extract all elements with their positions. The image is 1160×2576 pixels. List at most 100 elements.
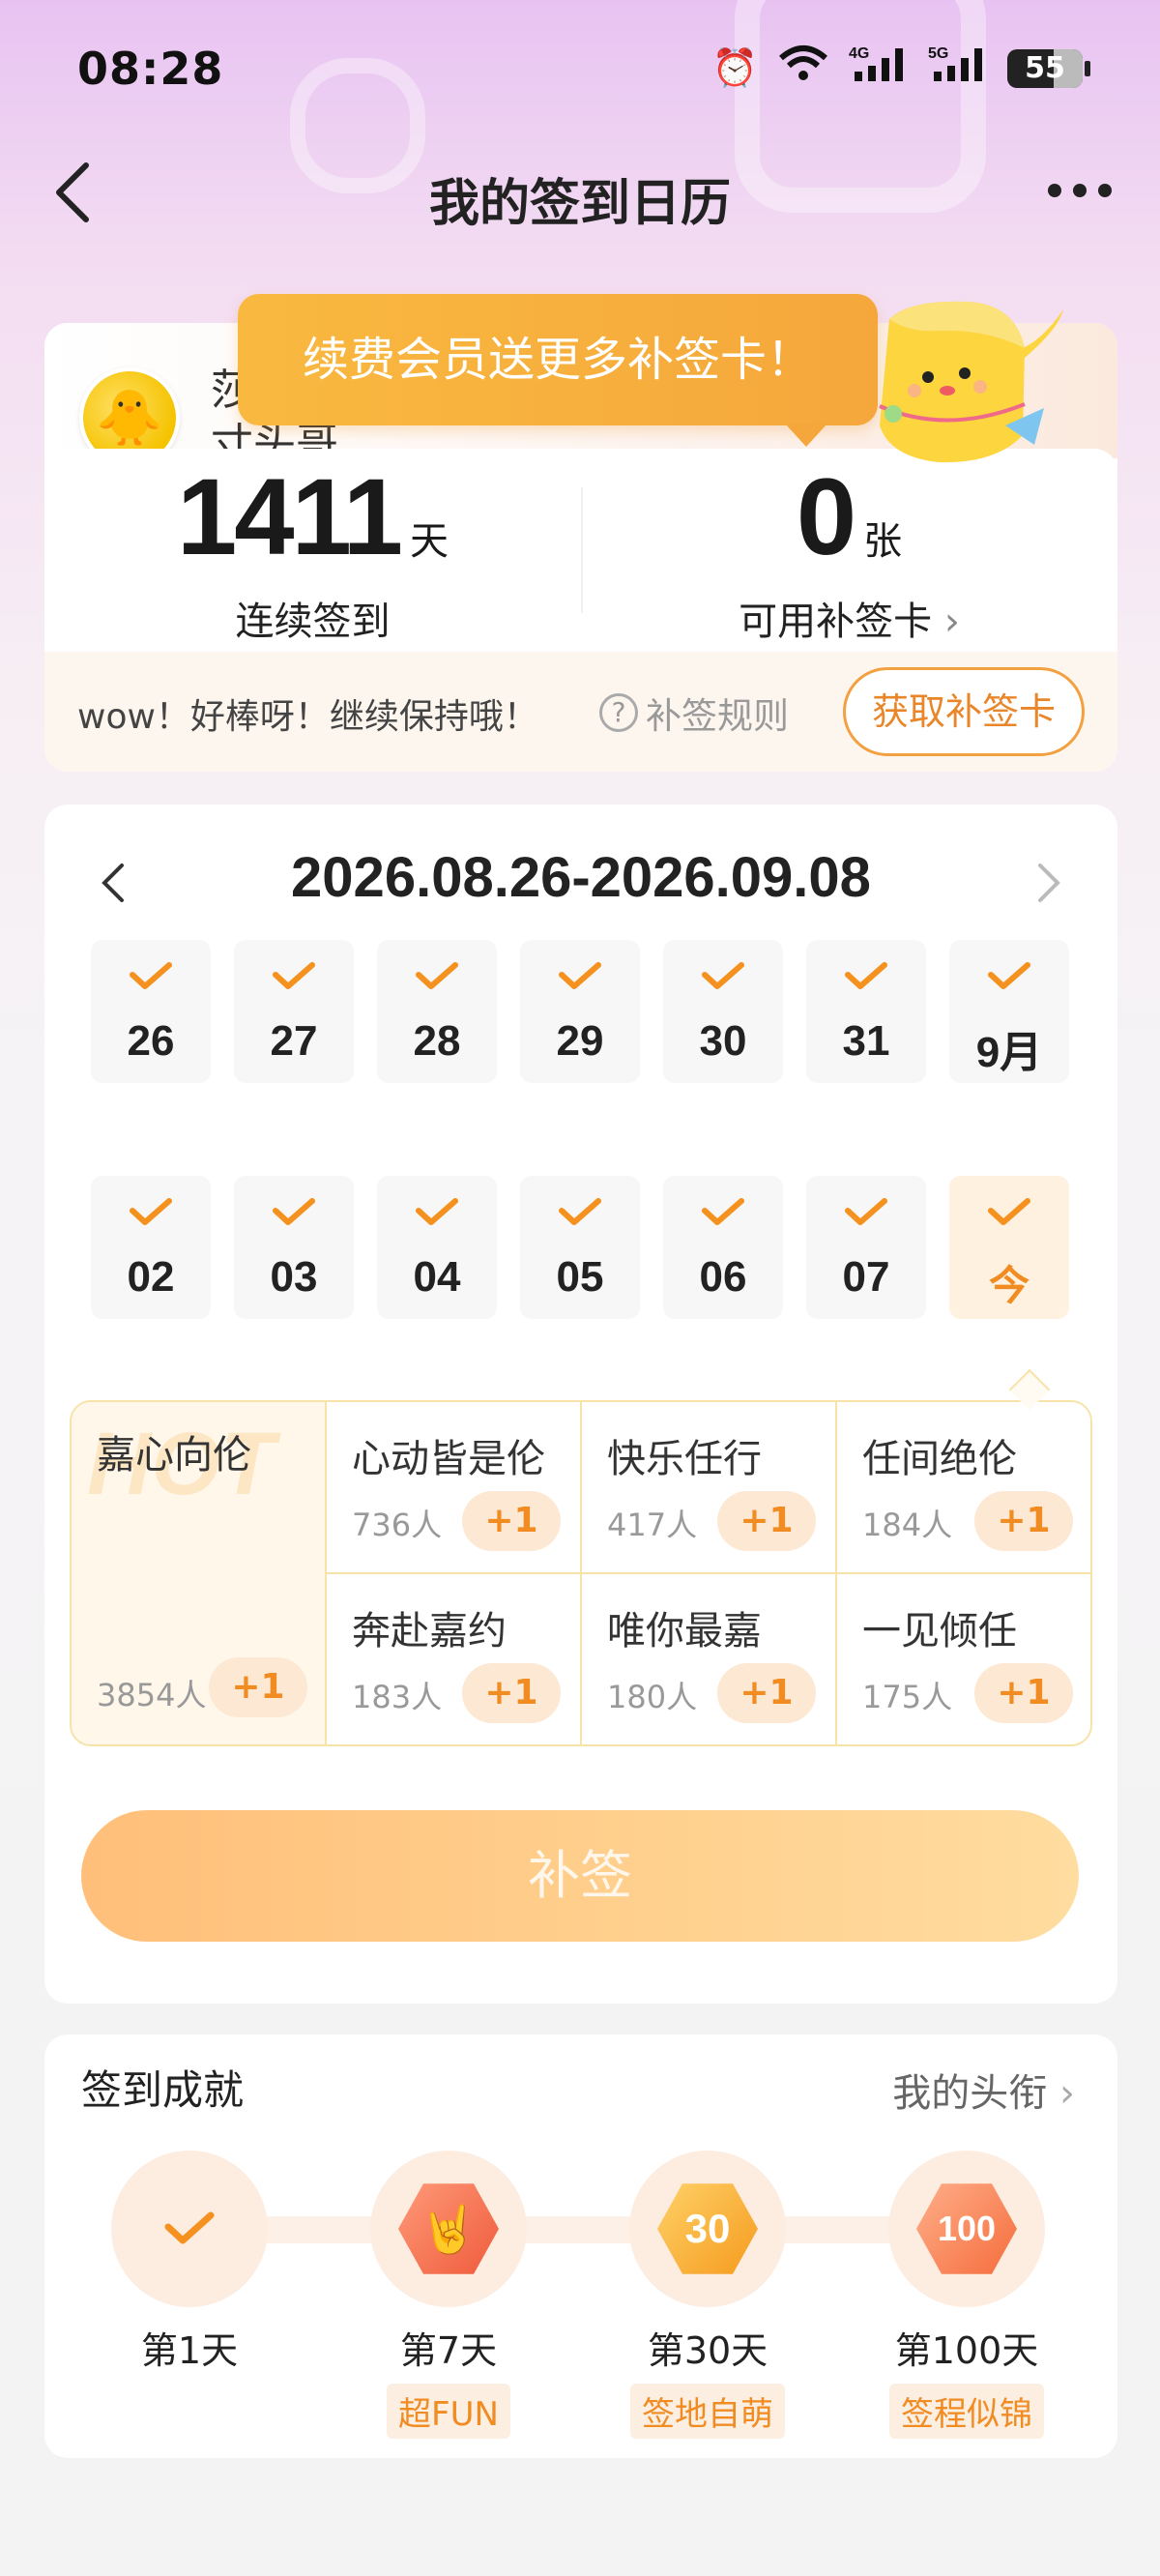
svg-text:4G: 4G: [849, 45, 869, 62]
week-row: 02 03 04 05 06 07 今: [91, 1176, 1071, 1319]
100-days-badge-icon: 100: [916, 2183, 1017, 2274]
makeup-sign-in-button[interactable]: 补签: [81, 1810, 1079, 1942]
achievement-day-label: 第30天: [647, 2329, 768, 2372]
topic-name: 唯你最嘉: [607, 1609, 762, 1654]
promo-tooltip[interactable]: 续费会员送更多补签卡！: [238, 294, 878, 447]
page-title: 我的签到日历: [428, 175, 731, 233]
plus-one-button[interactable]: +1: [974, 1491, 1073, 1551]
wifi-icon: [777, 44, 829, 92]
topic-item[interactable]: 唯你最嘉 180人 +1: [582, 1574, 837, 1744]
30-days-badge-icon: 30: [657, 2183, 758, 2274]
date-range: 2026.08.26-2026.09.08: [291, 846, 871, 909]
check-icon: [520, 959, 640, 1008]
achievement-title-tag: 超FUN: [387, 2384, 510, 2439]
calendar-day-today[interactable]: 今: [949, 1176, 1069, 1319]
streak-value: 1411 天: [177, 456, 449, 577]
check-icon: [91, 959, 211, 1008]
check-icon: [949, 959, 1069, 1008]
achievement-title-tag: 签地自萌: [630, 2384, 785, 2439]
check-icon: [164, 2211, 215, 2244]
calendar-day[interactable]: 06: [663, 1176, 783, 1319]
check-icon: [663, 959, 783, 1008]
topic-item[interactable]: 一见倾任 175人 +1: [837, 1574, 1090, 1744]
check-icon: [663, 1195, 783, 1244]
makeup-rules-link[interactable]: ? 补签规则: [599, 687, 789, 739]
calendar-day[interactable]: 26: [91, 940, 211, 1083]
get-makeup-card-button[interactable]: 获取补签卡: [843, 667, 1085, 756]
plus-one-button[interactable]: +1: [974, 1663, 1073, 1723]
topic-name: 任间绝伦: [862, 1437, 1017, 1481]
calendar-day[interactable]: 29: [520, 940, 640, 1083]
topic-item[interactable]: 心动皆是伦 736人 +1: [327, 1402, 582, 1574]
plus-one-button[interactable]: +1: [717, 1491, 816, 1551]
check-icon: [91, 1195, 211, 1244]
calendar-day[interactable]: 28: [377, 940, 497, 1083]
topic-name: 快乐任行: [607, 1437, 762, 1481]
topic-item[interactable]: 快乐任行 417人 +1: [582, 1402, 837, 1574]
alarm-icon: ⏰: [711, 46, 758, 89]
praise-text: wow！好棒呀！继续保持哦！: [77, 697, 538, 737]
more-dots-icon: [1048, 184, 1061, 197]
topic-item[interactable]: 任间绝伦 184人 +1: [837, 1402, 1090, 1574]
nav-bar: 我的签到日历: [0, 145, 1160, 242]
achievement-day-100[interactable]: 100 第100天 签程似锦: [851, 2151, 1083, 2439]
achievement-badge: 30: [629, 2151, 786, 2307]
calendar-day[interactable]: 05: [520, 1176, 640, 1319]
calendar-card: 2026.08.26-2026.09.08 26 27 28 29 30 31 …: [44, 805, 1117, 2004]
signal-5g-icon: 5G: [928, 44, 988, 92]
calendar-day[interactable]: 30: [663, 940, 783, 1083]
achievement-day-label: 第1天: [140, 2329, 239, 2372]
calendar-day[interactable]: 04: [377, 1176, 497, 1319]
calendar-day[interactable]: 02: [91, 1176, 211, 1319]
check-icon: [520, 1195, 640, 1244]
signal-4g-icon: 4G: [849, 44, 909, 92]
topic-count: 736人: [352, 1507, 443, 1543]
calendar-day[interactable]: 27: [234, 940, 354, 1083]
calendar-day[interactable]: 9月: [949, 940, 1069, 1083]
streak-stat: 1411 天 连续签到: [44, 449, 581, 652]
status-bar: 08:28 ⏰ 4G 5G 55: [0, 0, 1160, 145]
topic-count: 175人: [862, 1679, 953, 1715]
streak-label: 连续签到: [235, 600, 391, 644]
topic-name: 嘉心向伦: [97, 1433, 251, 1478]
topic-count: 3854人: [97, 1677, 207, 1713]
plus-one-button[interactable]: +1: [462, 1491, 561, 1551]
calendar-day[interactable]: 03: [234, 1176, 354, 1319]
topic-item[interactable]: 奔赴嘉约 183人 +1: [327, 1574, 582, 1744]
achievement-day-1[interactable]: 第1天: [73, 2151, 305, 2374]
achievement-badge: 🤘: [370, 2151, 527, 2307]
status-icons: ⏰ 4G 5G 55: [711, 44, 1090, 92]
svg-text:5G: 5G: [928, 45, 948, 62]
plus-one-button[interactable]: +1: [717, 1663, 816, 1723]
topic-count: 183人: [352, 1679, 443, 1715]
achievements-card: 签到成就 我的头衔 第1天 🤘 第7天 超FUN 30 第30天 签地自萌 10…: [44, 2034, 1117, 2458]
check-icon: [377, 959, 497, 1008]
rock-hand-badge-icon: 🤘: [398, 2183, 499, 2274]
achievement-day-30[interactable]: 30 第30天 签地自萌: [592, 2151, 824, 2439]
hot-topic[interactable]: HOT 嘉心向伦 3854人 +1: [72, 1402, 327, 1744]
plus-one-button[interactable]: +1: [462, 1663, 561, 1723]
next-period-button[interactable]: [1034, 855, 1063, 918]
my-titles-link[interactable]: 我的头衔: [892, 2062, 1075, 2118]
check-icon: [234, 1195, 354, 1244]
check-icon: [949, 1195, 1069, 1244]
profile-footer: wow！好棒呀！继续保持哦！ ? 补签规则 获取补签卡: [44, 652, 1117, 772]
achievement-day-label: 第100天: [894, 2329, 1039, 2372]
check-icon: [806, 1195, 926, 1244]
topic-name: 一见倾任: [862, 1609, 1017, 1654]
topic-count: 417人: [607, 1507, 698, 1543]
mascot-image: [879, 301, 1063, 463]
chevron-right-icon: [1038, 864, 1060, 902]
check-icon: [234, 959, 354, 1008]
status-time: 08:28: [77, 43, 224, 95]
more-button[interactable]: [1048, 184, 1112, 197]
calendar-day[interactable]: 07: [806, 1176, 926, 1319]
achievement-day-7[interactable]: 🤘 第7天 超FUN: [333, 2151, 565, 2439]
check-icon: [806, 959, 926, 1008]
topic-count: 180人: [607, 1679, 698, 1715]
achievement-day-label: 第7天: [399, 2329, 498, 2372]
calendar-day[interactable]: 31: [806, 940, 926, 1083]
plus-one-button[interactable]: +1: [209, 1657, 307, 1717]
topic-name: 心动皆是伦: [352, 1437, 545, 1481]
achievement-badge: [111, 2151, 268, 2307]
